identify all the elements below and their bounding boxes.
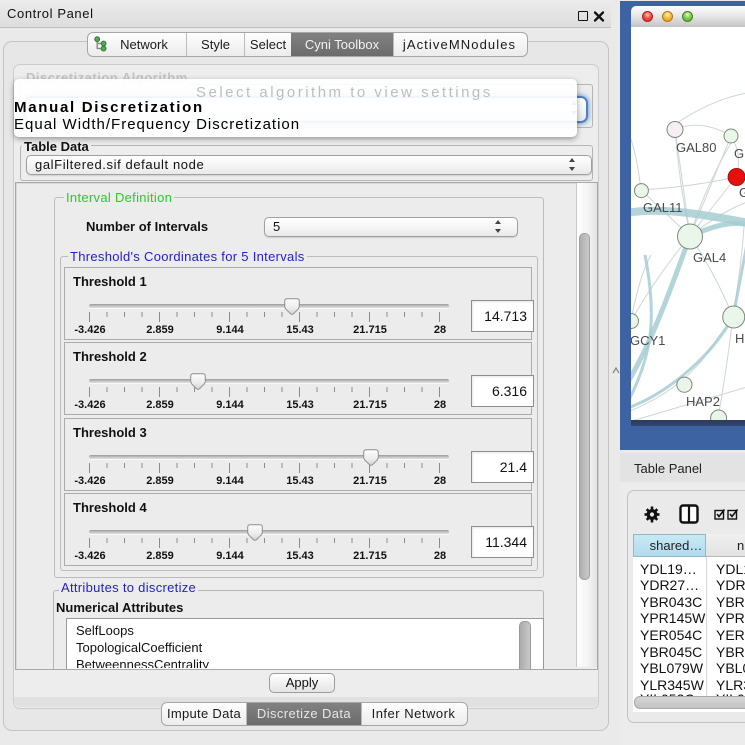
svg-text:GAL11: GAL11 [643,200,683,215]
svg-text:GCY1: GCY1 [631,333,665,348]
svg-text:H: H [735,331,744,346]
svg-text:G: G [734,146,744,161]
svg-text:GAL80: GAL80 [676,140,716,155]
svg-text:HAP2: HAP2 [686,394,720,409]
svg-text:GAL4: GAL4 [693,250,726,265]
svg-text:G: G [739,185,745,200]
